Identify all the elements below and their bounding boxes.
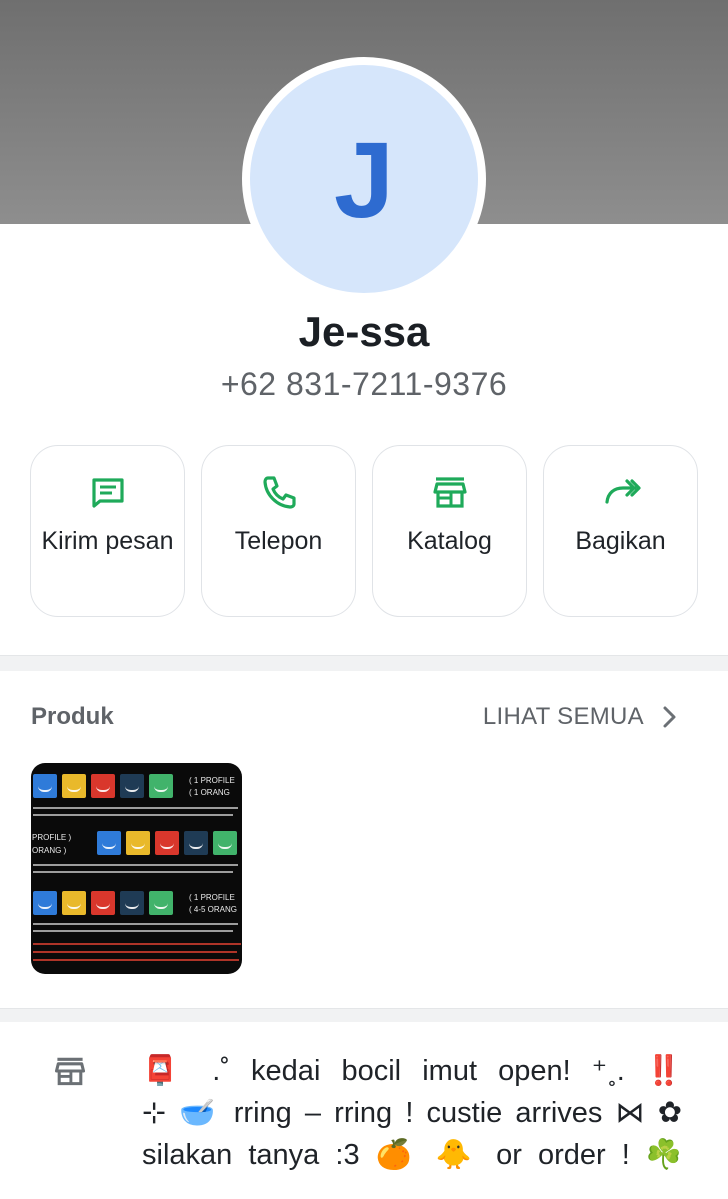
product-thumbnail[interactable]: ( 1 PROFILE ( 1 ORANG PROFILE ) ORANG ) … [31,763,242,974]
share-button-label: Bagikan [575,527,666,555]
thumb-square [97,831,121,855]
share-forward-icon [604,479,641,504]
thumb-label: ( 4-5 ORANG [189,905,238,914]
action-buttons: Kirim pesan Telepon Katalog Bagikan [30,445,698,617]
avatar[interactable]: J [250,65,478,293]
thumb-row-1 [31,774,173,800]
thumb-square [120,891,144,915]
description-line: 📮 .˚ kedai bocil imut open! ⁺˳. ‼️ [142,1055,682,1087]
business-description: 📮 .˚ kedai bocil imut open! ⁺˳. ‼️ ⊹ 🥣 r… [142,1050,682,1176]
thumb-row-3 [31,891,173,917]
thumb-square [149,891,173,915]
message-icon [91,478,124,508]
section-divider [0,655,728,671]
contact-name: Je-ssa [298,308,430,355]
message-button[interactable]: Kirim pesan [30,445,185,617]
thumb-label: ORANG ) [32,846,67,855]
thumb-square [62,891,86,915]
thumb-square [33,891,57,915]
catalog-button[interactable]: Katalog [372,445,527,617]
call-button[interactable]: Telepon [201,445,356,617]
thumb-text-line [33,943,241,945]
thumb-label: PROFILE ) [32,833,72,842]
thumb-text-line [33,807,238,809]
store-icon [432,477,467,508]
thumb-label: ( 1 ORANG [189,788,230,797]
description-line: ⊹ 🥣 rring – rring ! custie arrives ⋈ ✿ [142,1097,682,1129]
description-line: silakan tanya :3 🍊 🐥 or order ! ☘️ [142,1139,682,1171]
avatar-initial: J [333,118,395,240]
call-button-label: Telepon [234,527,323,555]
message-button-label: Kirim pesan [41,527,174,555]
catalog-button-label: Katalog [407,527,492,555]
contact-phone[interactable]: +62 831-7211-9376 [0,366,728,403]
store-icon [54,1057,86,1086]
thumb-text-line [33,864,238,866]
thumb-square [91,774,115,798]
thumb-square [33,774,57,798]
thumb-square [184,831,208,855]
products-title: Produk [31,703,114,730]
thumb-label: ( 1 PROFILE [189,776,235,785]
thumb-square [91,891,115,915]
section-divider [0,1008,728,1022]
thumb-square [149,774,173,798]
thumb-square [126,831,150,855]
thumb-square [120,774,144,798]
thumb-square [213,831,237,855]
see-all-link[interactable]: LIHAT SEMUA [483,703,644,731]
thumb-square [155,831,179,855]
thumb-text-line [33,959,239,961]
thumb-label: ( 1 PROFILE [189,893,235,902]
thumb-text-line [33,814,233,816]
thumb-row-2 [95,831,237,857]
share-button[interactable]: Bagikan [543,445,698,617]
thumb-text-line [33,923,238,925]
phone-icon [262,476,296,509]
thumb-text-line [33,930,233,932]
chevron-right-icon[interactable] [660,705,680,729]
thumb-text-line [33,871,233,873]
thumb-square [62,774,86,798]
thumb-text-line [33,951,237,953]
